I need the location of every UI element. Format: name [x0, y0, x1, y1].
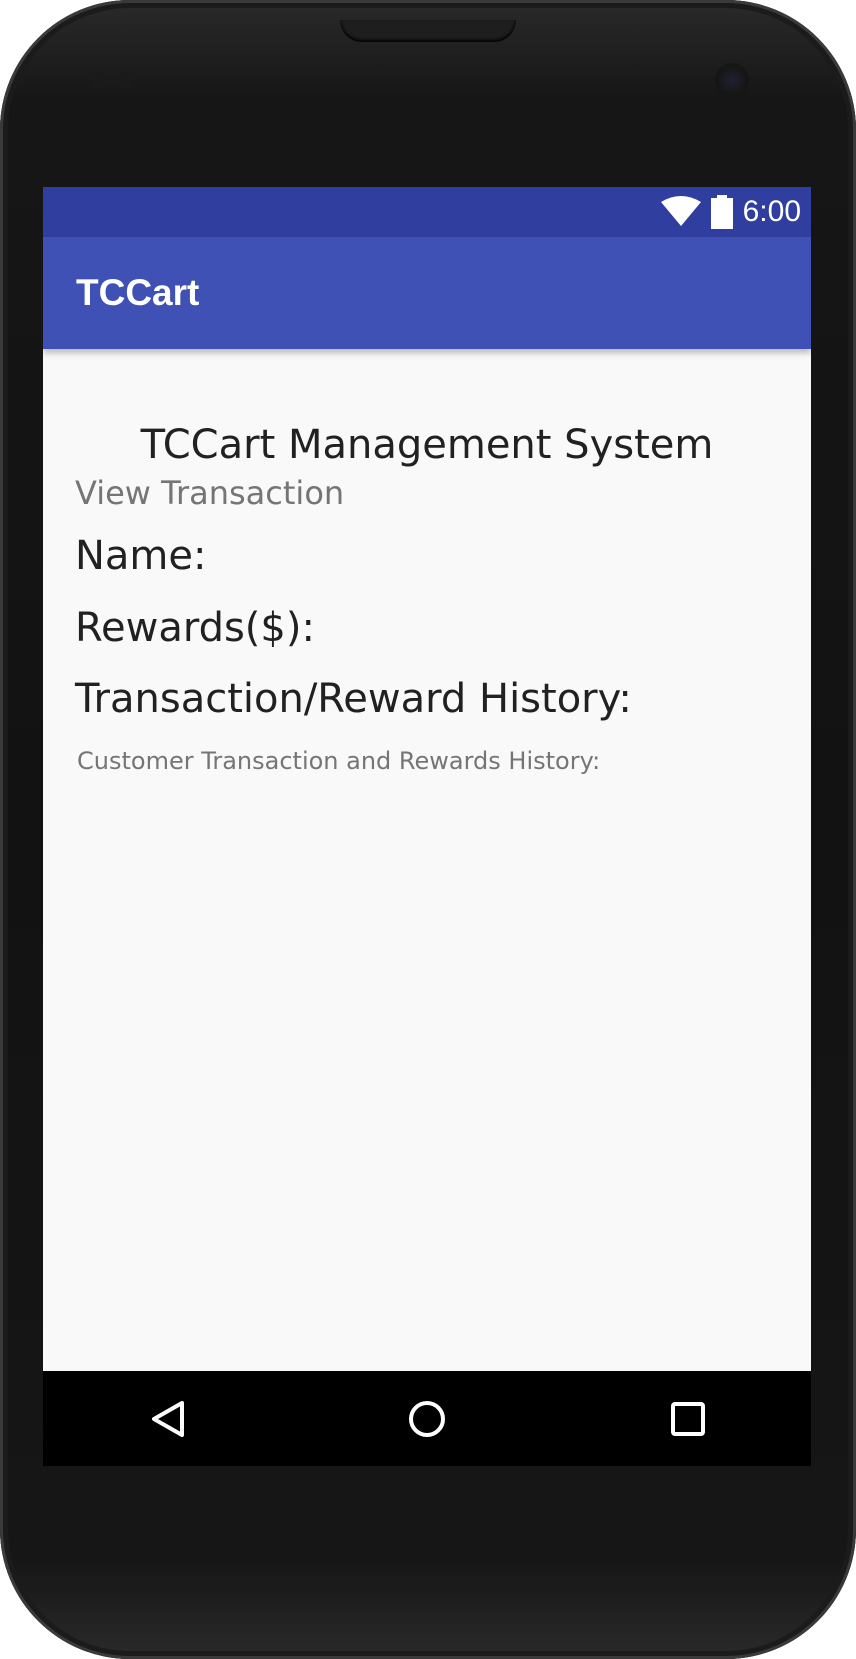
status-bar: 6:00 [43, 187, 811, 237]
system-title: TCCart Management System [140, 422, 714, 468]
phone-screen: 6:00 TCCart TCCart Management System Vie… [43, 187, 811, 1466]
home-icon [407, 1399, 447, 1439]
light-sensor [116, 70, 136, 90]
main-content: TCCart Management System View Transactio… [43, 349, 811, 1396]
front-camera [715, 63, 749, 97]
rewards-label: Rewards($): [75, 605, 315, 651]
proximity-sensor [88, 70, 108, 90]
home-button[interactable] [372, 1371, 482, 1466]
page-subtitle: View Transaction [75, 474, 345, 512]
status-time: 6:00 [742, 195, 801, 228]
phone-device-frame: 6:00 TCCart TCCart Management System Vie… [0, 0, 856, 1659]
recents-button[interactable] [633, 1371, 743, 1466]
name-label: Name: [75, 533, 207, 579]
navigation-bar [43, 1371, 811, 1466]
back-button[interactable] [113, 1371, 223, 1466]
wifi-icon [660, 196, 701, 228]
app-bar: TCCart [43, 237, 811, 349]
app-title: TCCart [76, 272, 200, 313]
battery-icon [710, 195, 733, 229]
earpiece-speaker [340, 20, 516, 42]
recents-icon [670, 1401, 706, 1437]
back-icon [148, 1399, 188, 1439]
history-hint: Customer Transaction and Rewards History… [77, 747, 601, 775]
status-icons: 6:00 [660, 187, 801, 237]
history-label: Transaction/Reward History: [75, 676, 632, 722]
